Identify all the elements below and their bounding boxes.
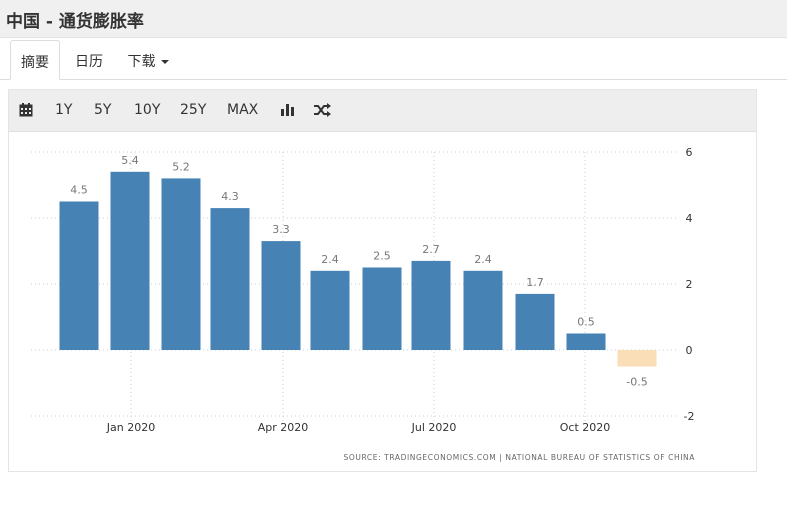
data-label: 0.5	[577, 316, 595, 329]
data-bar	[515, 293, 555, 350]
data-bar	[310, 270, 350, 350]
tab-download-label: 下载	[127, 54, 156, 70]
data-bar	[210, 208, 250, 350]
tab-download[interactable]: 下载	[120, 40, 176, 80]
x-tick-label: Jul 2020	[411, 421, 457, 434]
data-label: 3.3	[272, 223, 290, 236]
bar-layer	[59, 171, 657, 367]
tab-bar: 摘要 日历 下载	[0, 38, 787, 80]
data-bar	[59, 201, 99, 350]
data-bar	[411, 260, 451, 350]
data-bar	[463, 270, 503, 350]
data-bar	[362, 267, 402, 350]
y-tick-label: -2	[684, 410, 695, 423]
data-label: 1.7	[526, 276, 544, 289]
y-tick-label: 0	[686, 344, 693, 357]
tab-calendar-label: 日历	[75, 54, 103, 70]
data-label: 2.4	[321, 253, 339, 266]
data-bar	[161, 178, 201, 350]
chart-panel: 1Y 5Y 10Y 25Y MAX 4.5 5.4 5.2 4.3 3.3 2.4 2.5 2…	[8, 89, 757, 472]
x-tick-label: Oct 2020	[560, 421, 611, 434]
chevron-down-icon	[160, 60, 169, 64]
data-label: 2.4	[474, 253, 492, 266]
y-tick-label: 2	[686, 278, 693, 291]
tab-calendar[interactable]: 日历	[66, 40, 112, 80]
y-tick-label: 6	[686, 146, 693, 159]
data-label: 5.4	[121, 154, 139, 167]
data-label: 4.3	[221, 190, 239, 203]
x-tick-label: Jan 2020	[106, 421, 155, 434]
x-tick-label: Apr 2020	[258, 421, 309, 434]
data-bar	[110, 171, 150, 350]
data-label: 2.5	[373, 250, 391, 263]
inflation-bar-chart: 4.5 5.4 5.2 4.3 3.3 2.4 2.5 2.7 2.4 1.7 0.5 -0.5 6 4…	[31, 146, 695, 434]
y-tick-label: 4	[686, 212, 693, 225]
data-bar	[566, 333, 606, 350]
data-bar	[261, 241, 301, 350]
data-bar	[617, 350, 657, 367]
data-label: 4.5	[70, 184, 88, 197]
page-title: 中国 - 通货膨胀率	[0, 0, 787, 38]
data-label: 5.2	[172, 160, 190, 173]
tab-summary[interactable]: 摘要	[10, 40, 60, 80]
data-label: 2.7	[422, 243, 440, 256]
data-label: -0.5	[626, 376, 647, 389]
tab-summary-label: 摘要	[21, 55, 49, 71]
chart-source: SOURCE: TRADINGECONOMICS.COM | NATIONAL …	[343, 453, 695, 462]
value-label-layer: 4.5 5.4 5.2 4.3 3.3 2.4 2.5 2.7 2.4 1.7 0.5 -0.5	[70, 154, 647, 389]
